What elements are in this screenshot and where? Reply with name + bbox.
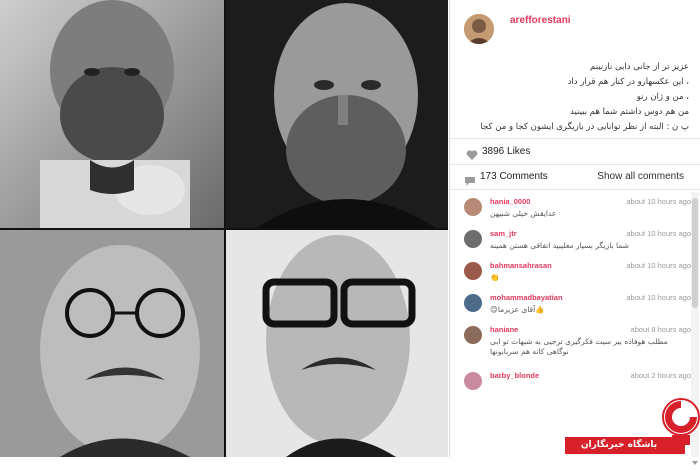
user-avatar[interactable] [464, 14, 494, 44]
comment-text: 👍آقای عزیزما😊 [490, 305, 545, 314]
comment-avatar[interactable] [464, 372, 482, 390]
watermark: باشگاه خبرنگاران [565, 395, 700, 457]
comment-time: about 8 hours ago [630, 325, 691, 334]
comment-text: شما بازیگر بسیار معلیبید اتفاقی هستن همی… [490, 241, 629, 250]
comment-username[interactable]: sam_jtr [490, 229, 517, 238]
caption-line: پ ن : البته از نظر توانایی در بازیگری ای… [480, 122, 689, 132]
comment-avatar[interactable] [464, 262, 482, 280]
comment-username[interactable]: hania_0000 [490, 197, 530, 206]
show-all-comments-link[interactable]: Show all comments [597, 171, 684, 182]
photo-tile-bottom-left [0, 230, 224, 457]
comment-avatar[interactable] [464, 198, 482, 216]
comment-item: bahmansahrasan about 10 hours ago 👏 [450, 256, 691, 288]
comment-avatar[interactable] [464, 230, 482, 248]
comment-time: about 2 hours ago [630, 371, 691, 380]
comments-row: 173 Comments Show all comments [450, 164, 700, 190]
comment-time: about 10 hours ago [626, 293, 691, 302]
comment-text: عدایقش خیلی شبیهن [490, 209, 557, 218]
comment-text: 👏 [490, 273, 500, 282]
caption-line: عزیز تر از جانی دایی نازنینم [590, 62, 689, 72]
comment-time: about 10 hours ago [626, 197, 691, 206]
caption-line: ، این عکسهارو در کنار هم قرار داد [567, 77, 689, 87]
comment-time: about 10 hours ago [626, 261, 691, 270]
comment-username[interactable]: barby_blonde [490, 371, 539, 380]
photo-collage [0, 0, 448, 457]
post-caption: عزیز تر از جانی دایی نازنینم ، این عکسها… [469, 60, 689, 135]
comment-item: hania_0000 about 10 hours ago عدایقش خیل… [450, 192, 691, 224]
comment-avatar[interactable] [464, 326, 482, 344]
comments-count: 173 Comments [480, 171, 548, 182]
scrollbar-thumb[interactable] [692, 198, 698, 308]
post-username[interactable]: arefforestani [510, 15, 571, 26]
comment-item: sam_jtr about 10 hours ago شما بازیگر بس… [450, 224, 691, 256]
caption-line: من هم دوس داشتم شما هم ببینید [570, 107, 689, 117]
comment-avatar[interactable] [464, 294, 482, 312]
likes-row: 3896 Likes [450, 138, 700, 165]
watermark-text: باشگاه خبرنگاران [580, 440, 658, 450]
comment-item: barby_blonde about 2 hours ago [450, 366, 691, 398]
photo-tile-top-left [0, 0, 224, 228]
comment-username[interactable]: bahmansahrasan [490, 261, 552, 270]
comment-username[interactable]: haniane [490, 325, 518, 334]
comment-item: mohammadbayatian about 10 hours ago 👍آقا… [450, 288, 691, 320]
photo-tile-bottom-right [226, 230, 448, 457]
likes-count: 3896 Likes [482, 146, 531, 157]
heart-icon[interactable] [466, 146, 478, 160]
caption-line: ، من و ژان رنو [636, 92, 689, 102]
comment-bubble-icon [464, 172, 476, 191]
comment-text: مطلب هوفاده بیر سیت فکرگیری ترجیی به شبه… [490, 337, 668, 356]
post-header: arefforestani [450, 0, 700, 52]
photo-tile-top-right [226, 0, 448, 228]
news-logo-icon [662, 395, 700, 445]
comment-item: haniane about 8 hours ago مطلب هوفاده بی… [450, 320, 691, 366]
comment-username[interactable]: mohammadbayatian [490, 293, 563, 302]
comment-time: about 10 hours ago [626, 229, 691, 238]
post-details-panel: arefforestani عزیز تر از جانی دایی نازنی… [449, 0, 700, 465]
